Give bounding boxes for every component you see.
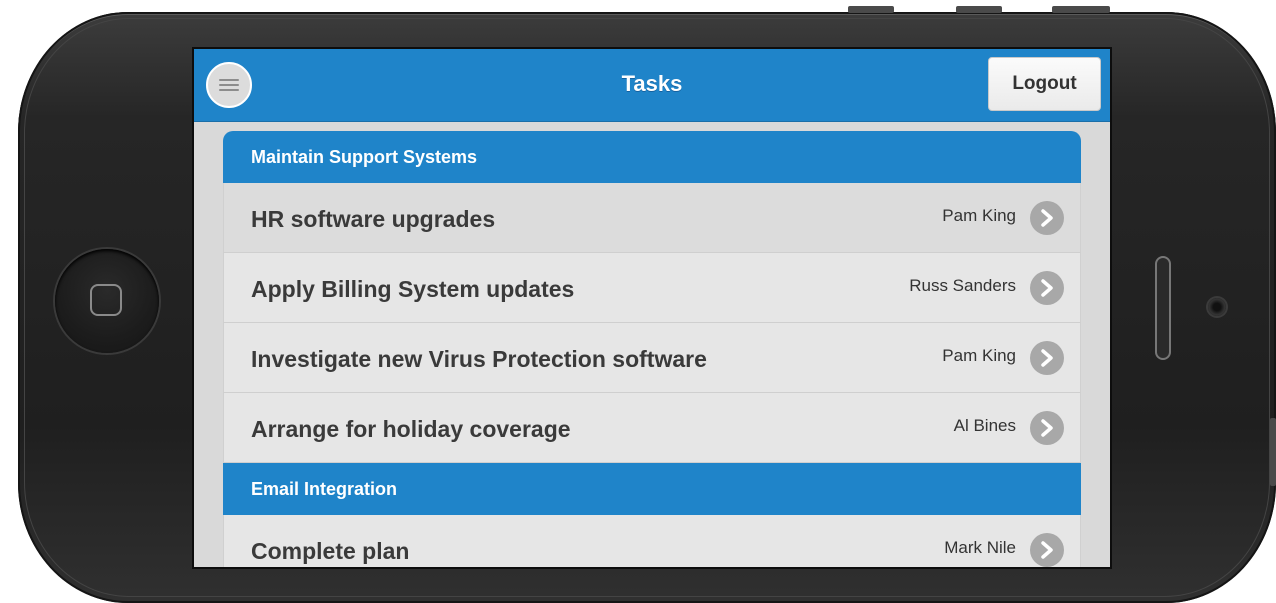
hardware-button (956, 6, 1002, 13)
app-screen: Tasks Logout Maintain Support Systems HR… (194, 49, 1110, 567)
task-owner: Russ Sanders (909, 276, 1016, 295)
task-row[interactable]: Investigate new Virus Protection softwar… (223, 323, 1081, 393)
task-title: Complete plan (251, 538, 410, 564)
task-owner: Mark Nile (944, 538, 1016, 557)
task-list: Maintain Support Systems HR software upg… (223, 131, 1081, 567)
chevron-right-icon (1030, 411, 1064, 445)
page-title: Tasks (621, 71, 683, 96)
hardware-button (1270, 418, 1276, 486)
task-title: HR software upgrades (251, 206, 496, 232)
task-title: Investigate new Virus Protection softwar… (251, 346, 707, 372)
group-header: Email Integration (223, 463, 1081, 515)
task-row[interactable]: Complete plan Mark Nile (223, 515, 1081, 567)
task-owner: Pam King (942, 206, 1016, 225)
home-square-icon (90, 284, 122, 316)
group-header: Maintain Support Systems (223, 131, 1081, 183)
task-owner: Pam King (942, 346, 1016, 365)
hardware-button (848, 6, 894, 13)
hardware-button (1052, 6, 1110, 13)
task-row[interactable]: Arrange for holiday coverage Al Bines (223, 393, 1081, 463)
header-bar: Tasks Logout (194, 49, 1110, 122)
camera-icon (1208, 298, 1226, 316)
chevron-right-icon (1030, 533, 1064, 567)
chevron-right-icon (1030, 341, 1064, 375)
task-row[interactable]: Apply Billing System updates Russ Sander… (223, 253, 1081, 323)
task-row[interactable]: HR software upgrades Pam King (223, 183, 1081, 253)
chevron-right-icon (1030, 201, 1064, 235)
task-title: Apply Billing System updates (251, 276, 575, 302)
task-owner: Al Bines (953, 416, 1016, 435)
chevron-right-icon (1030, 271, 1064, 305)
task-title: Arrange for holiday coverage (251, 416, 571, 442)
home-button[interactable] (55, 249, 159, 353)
logout-button[interactable]: Logout (988, 57, 1101, 111)
speaker-grille (1155, 256, 1171, 360)
